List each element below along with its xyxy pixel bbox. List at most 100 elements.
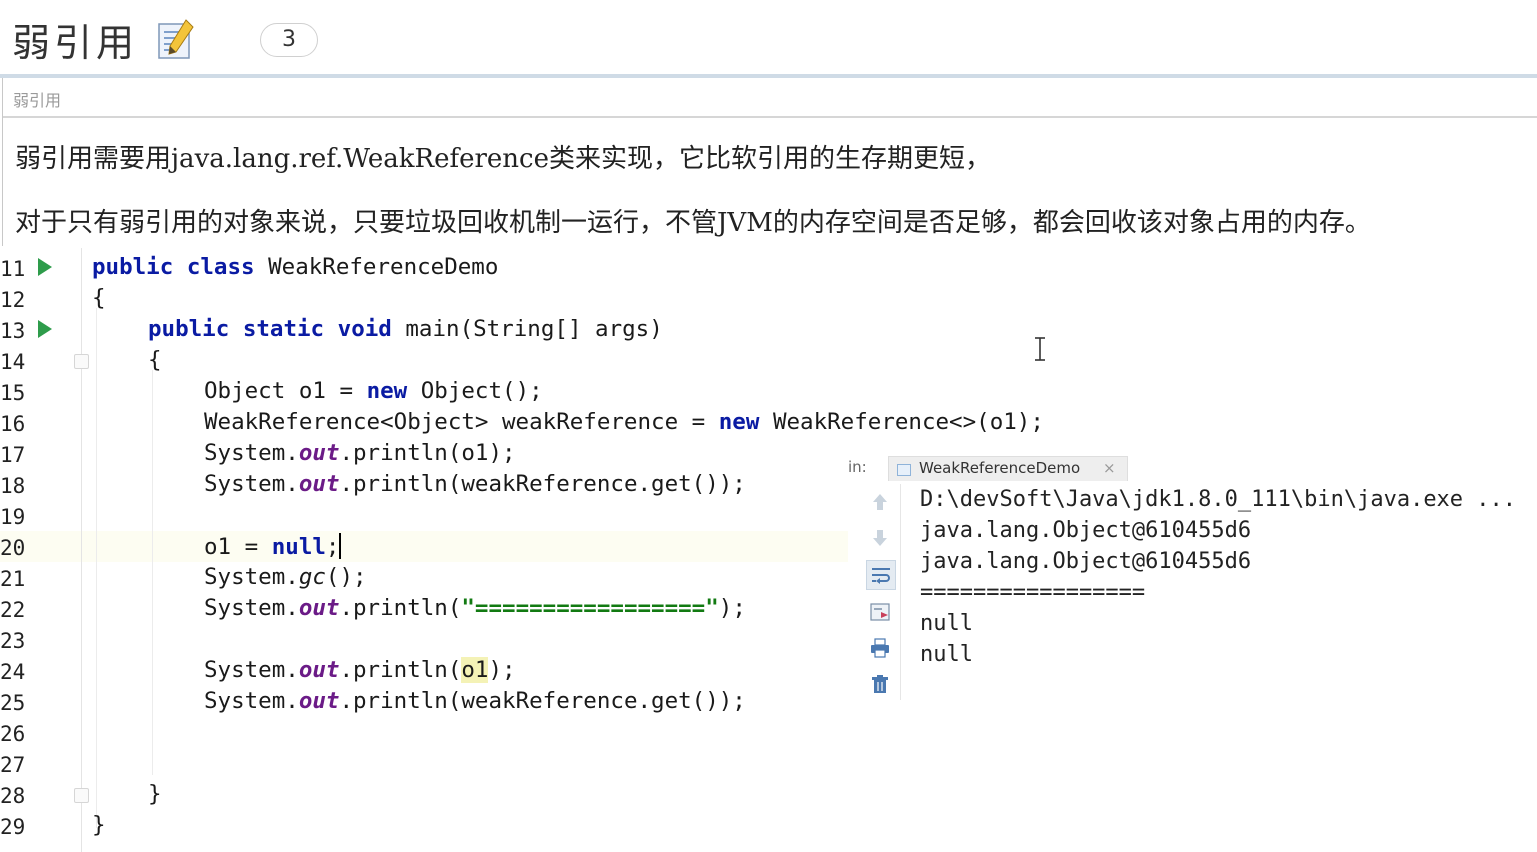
code-line[interactable]: Object o1 = new Object(); (204, 378, 543, 404)
line-number: 19 (0, 505, 26, 529)
line-number: 26 (0, 722, 26, 746)
code-keyword: static (242, 316, 325, 342)
page-header: 弱引用 3 (0, 0, 1537, 78)
console-output-line: null (920, 642, 973, 667)
arrow-up-icon[interactable] (868, 490, 892, 514)
indent-guide (96, 308, 97, 828)
line-number: 14 (0, 350, 26, 374)
code-field: out (298, 471, 340, 497)
page-title: 弱引用 (12, 21, 139, 65)
text-cursor-icon (1035, 337, 1045, 361)
code-text: main(String[] args) (391, 316, 663, 342)
fold-icon[interactable] (74, 788, 89, 803)
code-text: ; (325, 534, 340, 560)
code-line[interactable]: System.out.println(o1); (204, 657, 516, 683)
close-icon[interactable]: × (1103, 459, 1116, 477)
code-line[interactable]: public static void main(String[] args) (148, 316, 663, 342)
line-number: 20 (0, 536, 26, 560)
code-text: (); (325, 564, 367, 590)
run-arrow-icon[interactable] (38, 320, 52, 338)
note-line: 对于只有弱引用的对象来说，只要垃圾回收机制一运行，不管JVM的内存空间是否足够，… (15, 208, 1371, 238)
code-line[interactable]: System.gc(); (204, 564, 367, 590)
code-text: Object(); (407, 378, 543, 404)
line-number: 27 (0, 753, 26, 777)
line-number: 21 (0, 567, 26, 591)
line-number: 15 (0, 381, 26, 405)
code-text: WeakReference<Object> weakReference = (204, 409, 719, 435)
run-console[interactable]: in: WeakReferenceDemo × D:\devSoft\Java\… (848, 456, 1537, 852)
text-caret (339, 533, 342, 559)
code-keyword: new (718, 409, 760, 435)
code-text: .println( (339, 657, 462, 683)
code-field: out (298, 440, 340, 466)
code-text: System. (204, 471, 299, 497)
code-line[interactable]: { (92, 285, 106, 311)
note-icon[interactable] (156, 18, 196, 62)
console-toolbar (860, 484, 901, 700)
code-keyword: public (92, 254, 174, 280)
code-text: System. (204, 564, 299, 590)
current-line-highlight (0, 531, 848, 562)
code-text: System. (204, 688, 299, 714)
scroll-to-end-icon[interactable] (868, 600, 892, 624)
line-number: 25 (0, 691, 26, 715)
card-header: 弱引用 (3, 78, 1537, 118)
code-field: out (298, 688, 340, 714)
code-line[interactable]: { (148, 347, 162, 373)
card-subtitle: 弱引用 (13, 91, 62, 110)
code-string: "=================" (461, 595, 719, 621)
fold-icon[interactable] (74, 354, 89, 369)
code-line[interactable]: System.out.println("================="); (204, 595, 746, 621)
code-text: System. (204, 657, 299, 683)
code-highlight: o1 (461, 657, 489, 683)
code-keyword: class (186, 254, 255, 280)
code-text: .println(weakReference.get()); (339, 688, 746, 714)
code-line[interactable]: o1 = null; (204, 533, 342, 560)
console-output-line: java.lang.Object@610455d6 (920, 518, 1252, 543)
code-text: o1 = (204, 534, 272, 560)
code-text: System. (204, 595, 299, 621)
console-tab[interactable]: WeakReferenceDemo × (888, 456, 1128, 481)
code-keyword: public (148, 316, 230, 342)
code-line[interactable]: WeakReference<Object> weakReference = ne… (204, 409, 1044, 435)
line-number: 12 (0, 288, 26, 312)
code-line[interactable]: System.out.println(weakReference.get()); (204, 471, 746, 497)
code-text: System. (204, 440, 299, 466)
code-text: ); (718, 595, 746, 621)
print-icon[interactable] (868, 636, 892, 660)
code-text: Object o1 = (204, 378, 367, 404)
code-field: out (298, 595, 340, 621)
line-number: 18 (0, 474, 26, 498)
code-line[interactable]: } (148, 781, 162, 807)
code-text: .println(o1); (339, 440, 516, 466)
count-badge[interactable]: 3 (260, 23, 318, 57)
trash-icon[interactable] (868, 672, 892, 696)
code-text: WeakReference<>(o1); (759, 409, 1044, 435)
code-line[interactable]: } (92, 812, 106, 838)
code-text: ); (488, 657, 516, 683)
indent-guide (152, 370, 153, 775)
run-arrow-icon[interactable] (38, 258, 52, 276)
code-text: .println(weakReference.get()); (339, 471, 746, 497)
note-line: 弱引用需要用java.lang.ref.WeakReference类来实现，它比… (15, 144, 991, 174)
note-card: 弱引用 弱引用需要用java.lang.ref.WeakReference类来实… (2, 78, 1537, 246)
arrow-down-icon[interactable] (868, 526, 892, 550)
line-number: 24 (0, 660, 26, 684)
soft-wrap-icon[interactable] (866, 560, 896, 590)
console-tab-prefix: in: (848, 458, 867, 476)
console-output-line: ================= (920, 580, 1146, 605)
code-keyword: null (271, 534, 326, 560)
code-line[interactable]: public class WeakReferenceDemo (92, 254, 498, 280)
code-line[interactable]: System.out.println(weakReference.get()); (204, 688, 746, 714)
code-line[interactable]: System.out.println(o1); (204, 440, 516, 466)
line-number: 16 (0, 412, 26, 436)
console-output-line: null (920, 611, 973, 636)
line-number: 22 (0, 598, 26, 622)
code-text: WeakReferenceDemo (254, 254, 499, 280)
console-output-line: java.lang.Object@610455d6 (920, 549, 1252, 574)
line-number: 29 (0, 815, 26, 839)
line-number: 13 (0, 319, 26, 343)
console-tab-label: WeakReferenceDemo (919, 459, 1081, 477)
code-text: .println( (339, 595, 462, 621)
gutter-divider (81, 248, 82, 852)
